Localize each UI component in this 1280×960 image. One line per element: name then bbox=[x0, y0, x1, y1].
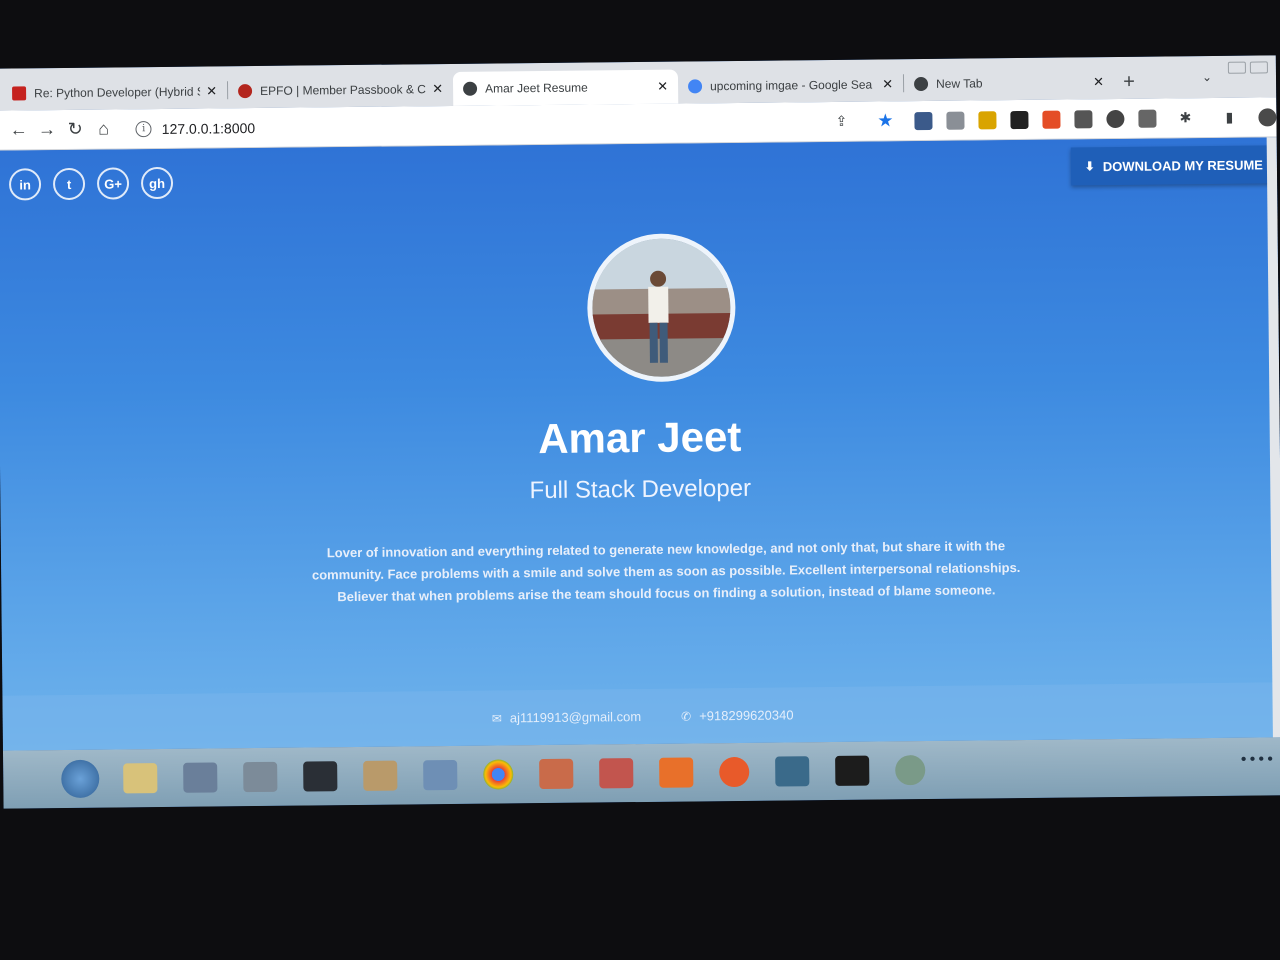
tab-gmail[interactable]: Re: Python Developer (Hybrid S ✕ bbox=[2, 74, 227, 110]
app-icon[interactable] bbox=[423, 759, 458, 791]
toolbar-actions: ⇪ ★ ✱ ▮ bbox=[826, 102, 1277, 137]
extension-icon[interactable] bbox=[914, 111, 933, 130]
window-controls bbox=[1227, 61, 1268, 74]
tab-title: Re: Python Developer (Hybrid S bbox=[34, 84, 201, 101]
bio-text: Lover of innovation and everything relat… bbox=[311, 538, 1021, 605]
puzzle-icon[interactable]: ✱ bbox=[1170, 103, 1200, 133]
app-icon[interactable] bbox=[775, 756, 810, 787]
download-resume-button[interactable]: ⬇ DOWNLOAD MY RESUME bbox=[1070, 145, 1278, 186]
extension-icon[interactable] bbox=[1042, 110, 1061, 129]
epfo-icon bbox=[238, 84, 253, 99]
tray-icons: ● ● ● ● bbox=[1240, 753, 1274, 765]
avatar bbox=[586, 232, 737, 383]
close-icon[interactable]: ✕ bbox=[1093, 74, 1104, 90]
chevron-down-icon[interactable]: ⌄ bbox=[1202, 70, 1212, 84]
globe-icon bbox=[463, 81, 478, 96]
tab-title: Amar Jeet Resume bbox=[485, 80, 588, 96]
tab-epfo[interactable]: EPFO | Member Passbook & Cl ✕ bbox=[228, 72, 453, 108]
extension-icon[interactable] bbox=[1106, 109, 1125, 128]
address-bar[interactable]: i 127.0.0.1:8000 bbox=[128, 107, 827, 144]
reload-icon[interactable]: ↻ bbox=[61, 114, 90, 144]
email-contact[interactable]: ✉ aj1119913@gmail.com bbox=[492, 709, 641, 726]
url-text: 127.0.0.1:8000 bbox=[161, 119, 256, 137]
social-links: in t G+ gh bbox=[8, 166, 174, 201]
email-text: aj1119913@gmail.com bbox=[509, 709, 642, 726]
close-icon[interactable]: ✕ bbox=[657, 79, 668, 95]
extension-icon[interactable] bbox=[946, 111, 965, 130]
job-title: Full Stack Developer bbox=[529, 474, 752, 505]
phone-icon: ✆ bbox=[681, 708, 692, 724]
app-icon[interactable] bbox=[363, 760, 398, 791]
whatsapp-icon[interactable] bbox=[895, 755, 926, 786]
extension-icon[interactable] bbox=[1138, 109, 1157, 128]
chrome-icon bbox=[913, 76, 929, 92]
minimize-button[interactable] bbox=[1227, 61, 1246, 74]
forward-icon[interactable]: → bbox=[33, 115, 62, 145]
terminal-icon[interactable] bbox=[303, 761, 338, 792]
profile-photo bbox=[591, 238, 732, 378]
start-button[interactable] bbox=[61, 759, 100, 799]
phone-contact[interactable]: ✆ +918299620340 bbox=[681, 707, 794, 723]
app-icon[interactable] bbox=[599, 758, 634, 789]
pycharm-icon[interactable] bbox=[835, 755, 870, 786]
download-icon: ⬇ bbox=[1084, 159, 1095, 174]
tab-title: EPFO | Member Passbook & Cl bbox=[260, 82, 427, 98]
share-icon[interactable]: ⇪ bbox=[826, 106, 856, 136]
person-name: Amar Jeet bbox=[537, 412, 742, 463]
home-icon[interactable]: ⌂ bbox=[89, 114, 118, 144]
linkedin-icon[interactable]: in bbox=[8, 168, 42, 201]
tab-google-search[interactable]: upcoming imgae - Google Sea ✕ bbox=[678, 67, 903, 103]
google-plus-icon[interactable]: G+ bbox=[96, 167, 130, 200]
chrome-icon[interactable] bbox=[483, 759, 514, 790]
close-icon[interactable]: ✕ bbox=[432, 81, 443, 97]
system-tray: ● ● ● ● bbox=[1241, 753, 1274, 764]
monitor-screen: Re: Python Developer (Hybrid S ✕ EPFO | … bbox=[0, 55, 1280, 809]
tab-title: upcoming imgae - Google Sea bbox=[709, 77, 873, 94]
envelope-icon: ✉ bbox=[491, 710, 502, 726]
side-panel-icon[interactable]: ▮ bbox=[1214, 102, 1244, 132]
site-info-icon[interactable]: i bbox=[135, 120, 152, 137]
download-resume-label: DOWNLOAD MY RESUME bbox=[1102, 156, 1263, 174]
profile-avatar[interactable] bbox=[1258, 107, 1277, 127]
app-icon[interactable] bbox=[183, 762, 218, 793]
app-icon[interactable] bbox=[539, 758, 574, 790]
tab-title: New Tab bbox=[935, 76, 983, 91]
gmail-icon bbox=[12, 86, 27, 101]
close-icon[interactable]: ✕ bbox=[882, 76, 893, 92]
google-icon bbox=[687, 79, 703, 94]
close-icon[interactable]: ✕ bbox=[206, 83, 217, 99]
explorer-icon[interactable] bbox=[123, 763, 158, 794]
bookmark-star-icon[interactable]: ★ bbox=[870, 106, 900, 136]
phone-text: +918299620340 bbox=[699, 707, 794, 724]
new-tab-button[interactable]: + bbox=[1114, 65, 1144, 99]
app-icon[interactable] bbox=[243, 761, 278, 793]
tab-resume[interactable]: Amar Jeet Resume ✕ bbox=[452, 69, 679, 106]
extension-icon[interactable] bbox=[1074, 109, 1093, 128]
tab-new-tab[interactable]: New Tab ✕ bbox=[904, 65, 1114, 101]
extension-icon[interactable] bbox=[978, 110, 997, 129]
maximize-button[interactable] bbox=[1249, 61, 1268, 74]
twitter-icon[interactable]: t bbox=[52, 167, 86, 201]
back-icon[interactable]: ← bbox=[4, 115, 33, 145]
resume-page: in t G+ gh ⬇ DOWNLOAD MY RESUME Amar Jee… bbox=[0, 137, 1280, 751]
extension-icon[interactable] bbox=[1010, 110, 1029, 129]
os-taskbar: ● ● ● ● bbox=[2, 737, 1280, 809]
app-icon[interactable] bbox=[719, 756, 750, 788]
github-icon[interactable]: gh bbox=[140, 166, 174, 200]
xampp-icon[interactable] bbox=[659, 757, 694, 788]
